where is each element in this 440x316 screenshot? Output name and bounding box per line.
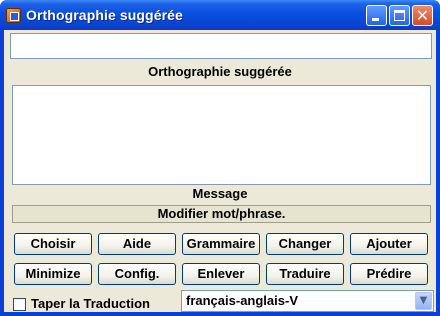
message-textarea[interactable] <box>12 85 431 185</box>
chevron-down-icon[interactable]: ▼ <box>415 292 432 310</box>
client-area: Orthographie suggérée Message Modifier m… <box>4 30 436 312</box>
title-bar[interactable]: Orthographie suggérée ✕ <box>0 0 440 30</box>
app-window: Orthographie suggérée ✕ Orthographie sug… <box>0 0 440 316</box>
maximize-icon <box>394 10 405 21</box>
suggestion-label: Orthographie suggérée <box>148 64 292 79</box>
app-icon <box>6 8 21 23</box>
minimize-button[interactable] <box>366 5 387 26</box>
remove-button[interactable]: Enlever <box>182 263 260 285</box>
close-button[interactable]: ✕ <box>412 5 433 26</box>
language-select-value: français-anglais-V <box>186 293 298 308</box>
translate-button[interactable]: Traduire <box>266 263 344 285</box>
window-title: Orthographie suggérée <box>26 7 183 23</box>
help-button[interactable]: Aide <box>98 233 176 255</box>
config-button[interactable]: Config. <box>98 263 176 285</box>
translate-checkbox[interactable] <box>13 298 26 311</box>
suggestion-input[interactable] <box>10 33 432 59</box>
message-label: Message <box>192 186 248 201</box>
minimize-icon <box>372 18 379 21</box>
change-button[interactable]: Changer <box>266 233 344 255</box>
predict-button[interactable]: Prédire <box>350 263 428 285</box>
add-button[interactable]: Ajouter <box>350 233 428 255</box>
maximize-button[interactable] <box>389 5 410 26</box>
minimize-app-button[interactable]: Minimize <box>14 263 92 285</box>
status-bar: Modifier mot/phrase. <box>12 205 431 223</box>
choose-button[interactable]: Choisir <box>14 233 92 255</box>
translate-checkbox-label[interactable]: Taper la Traduction <box>31 296 150 311</box>
language-select[interactable]: français-anglais-V ▼ <box>181 290 434 312</box>
close-icon: ✕ <box>415 6 430 25</box>
grammar-button[interactable]: Grammaire <box>182 233 260 255</box>
